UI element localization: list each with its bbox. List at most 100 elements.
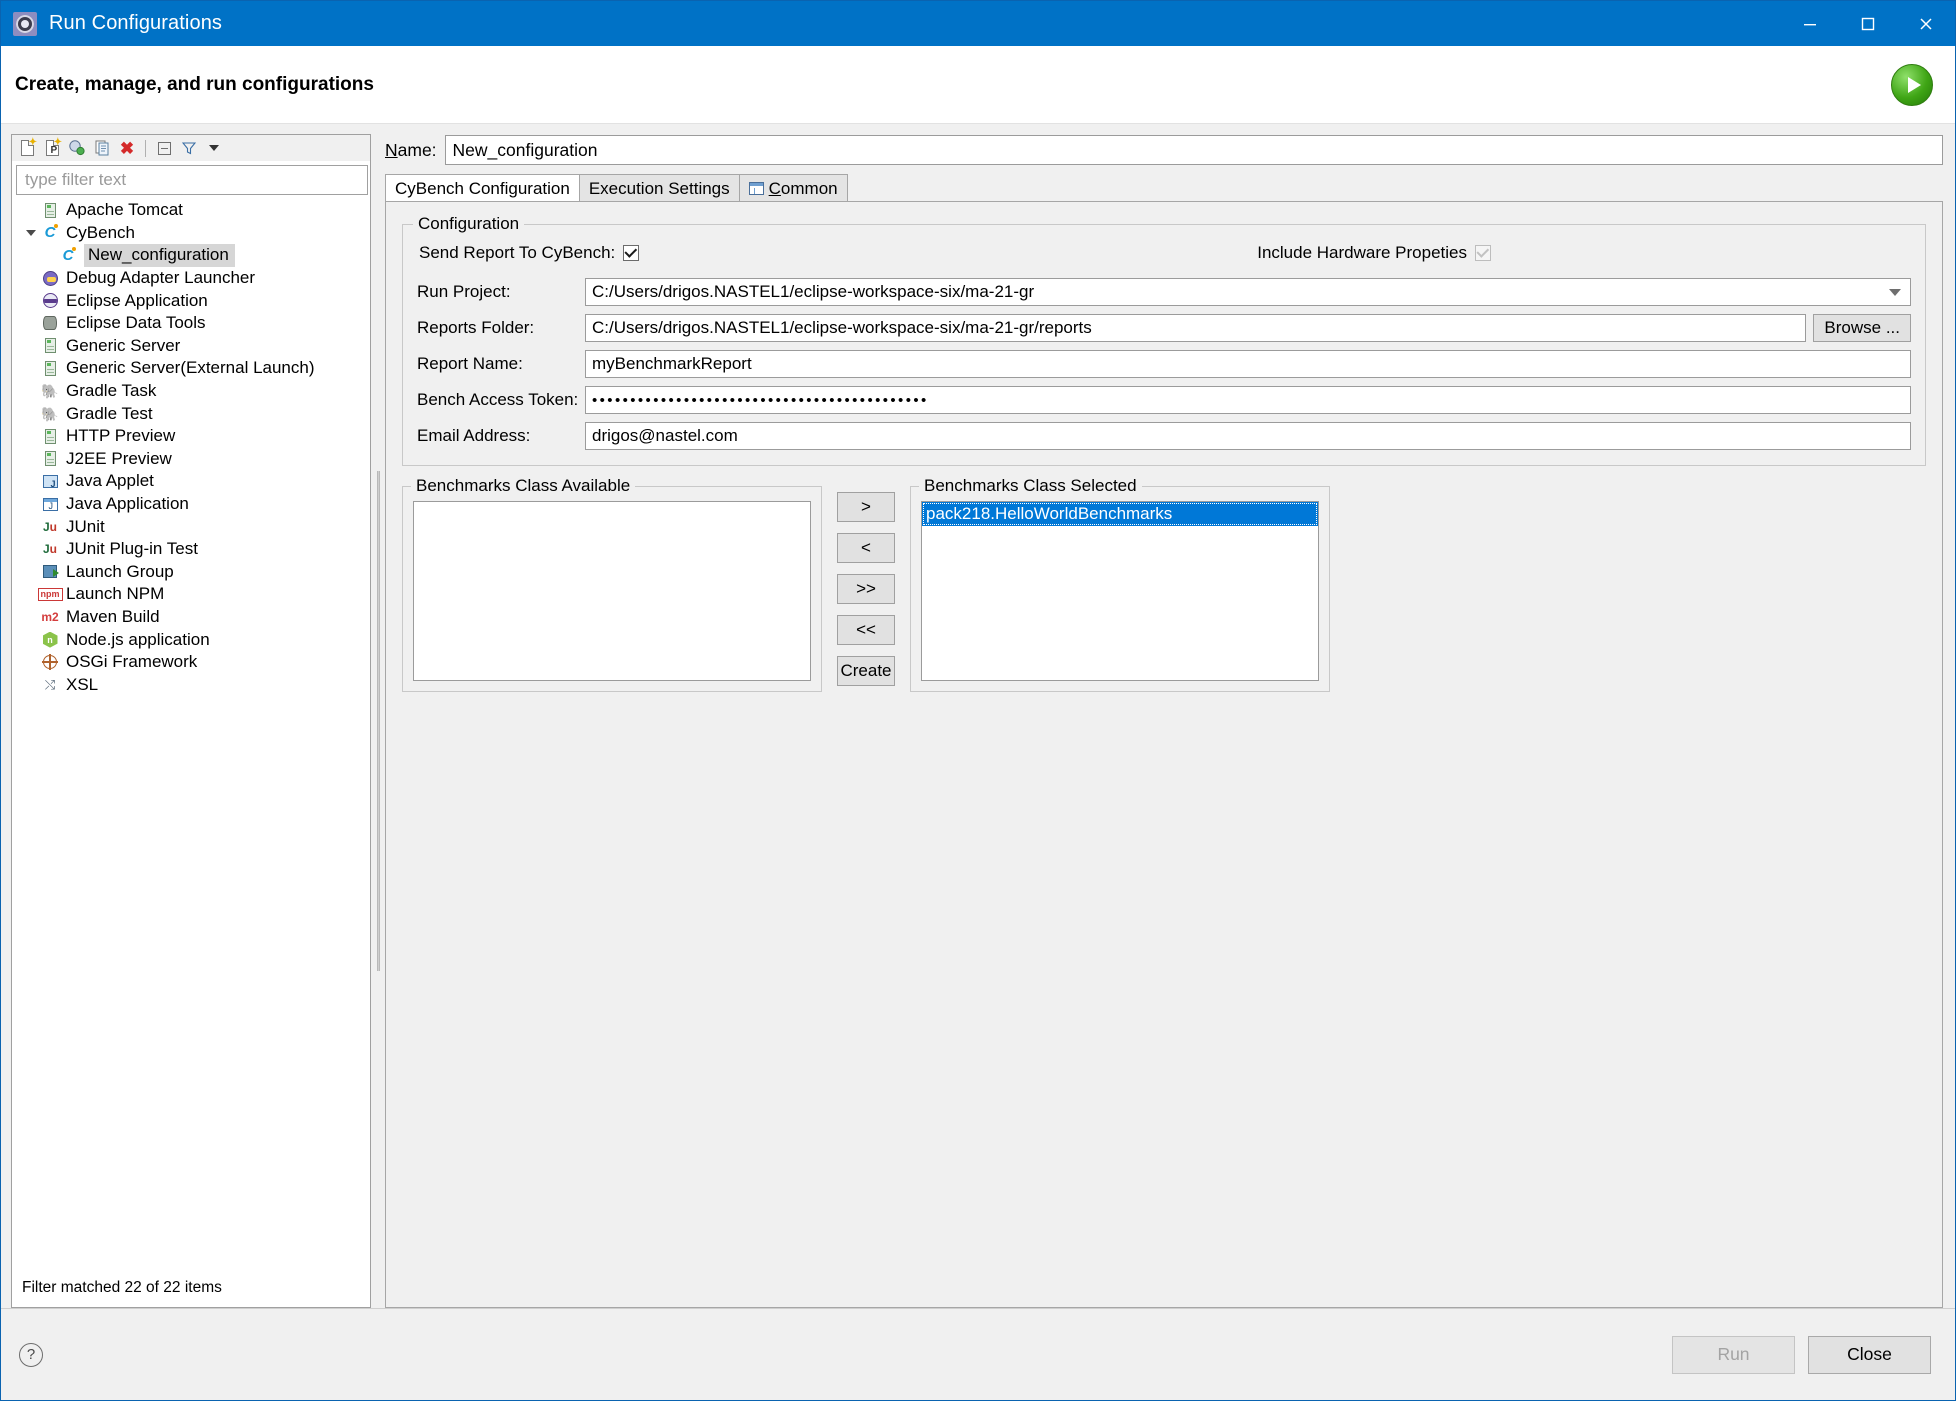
- email-address-input[interactable]: drigos@nastel.com: [585, 422, 1911, 450]
- tree-item-label: Apache Tomcat: [66, 200, 183, 220]
- name-value: New_configuration: [452, 139, 598, 160]
- close-button-footer[interactable]: Close: [1808, 1335, 1931, 1374]
- browse-button[interactable]: Browse ...: [1813, 314, 1911, 342]
- name-input[interactable]: New_configuration: [444, 135, 1943, 165]
- window-title: Run Configurations: [49, 12, 223, 34]
- bench-access-token-value: ••••••••••••••••••••••••••••••••••••••••…: [592, 391, 929, 409]
- cybench-icon: C: [62, 246, 77, 264]
- create-button[interactable]: Create: [837, 656, 895, 686]
- include-hardware-checkbox[interactable]: [1475, 245, 1491, 261]
- tree-item-label: Gradle Task: [66, 381, 157, 401]
- tab-strip: CyBench Configuration Execution Settings…: [385, 174, 1943, 202]
- benchmarks-area: Benchmarks Class Available > < >> << Cre…: [402, 476, 1926, 692]
- tree-item-label: Java Applet: [66, 471, 154, 491]
- filter-icon[interactable]: [178, 138, 200, 159]
- run-button[interactable]: Run: [1672, 1335, 1795, 1374]
- gradle-elephant-icon: 🐘: [41, 405, 59, 422]
- tree-item-cybench[interactable]: C CyBench: [12, 222, 370, 245]
- tree-item-launch-npm[interactable]: npm Launch NPM: [12, 583, 370, 606]
- debug-adapter-icon: [40, 269, 60, 287]
- tree-item-http-preview[interactable]: HTTP Preview: [12, 425, 370, 448]
- tree-item-generic-server[interactable]: Generic Server: [12, 335, 370, 358]
- close-button[interactable]: [1897, 1, 1955, 46]
- benchmarks-selected-title: Benchmarks Class Selected: [919, 476, 1142, 496]
- tree-item-junit[interactable]: Ju JUnit: [12, 515, 370, 538]
- tree-item-gradle-task[interactable]: 🐘 Gradle Task: [12, 380, 370, 403]
- field-report-name: Report Name: myBenchmarkReport: [417, 349, 1911, 379]
- tree-item-maven-build[interactable]: m2 Maven Build: [12, 606, 370, 629]
- run-project-combo[interactable]: C:/Users/drigos.NASTEL1/eclipse-workspac…: [585, 278, 1911, 306]
- move-all-left-button[interactable]: <<: [837, 615, 895, 645]
- benchmarks-available-list[interactable]: [413, 501, 811, 681]
- new-configuration-icon[interactable]: ✦: [16, 137, 38, 159]
- tree-item-java-applet[interactable]: Java Applet: [12, 470, 370, 493]
- field-bench-access-token: Bench Access Token: ••••••••••••••••••••…: [417, 385, 1911, 415]
- help-question-icon[interactable]: ?: [19, 1342, 43, 1367]
- tab-label: Execution Settings: [588, 178, 730, 198]
- tree-item-debug-adapter-launcher[interactable]: Debug Adapter Launcher: [12, 267, 370, 290]
- junit-plugin-icon: Ju: [42, 542, 58, 557]
- minimize-button[interactable]: [1781, 1, 1839, 46]
- field-reports-folder: Reports Folder: C:/Users/drigos.NASTEL1/…: [417, 313, 1911, 343]
- title-bar: Run Configurations: [1, 1, 1955, 46]
- new-prototype-icon[interactable]: P ✦: [41, 137, 63, 159]
- delete-icon[interactable]: ✖: [116, 138, 138, 159]
- tree-item-junit-plug-in-test[interactable]: Ju JUnit Plug-in Test: [12, 538, 370, 561]
- bench-access-token-input[interactable]: ••••••••••••••••••••••••••••••••••••••••…: [585, 386, 1911, 414]
- list-item[interactable]: pack218.HelloWorldBenchmarks: [922, 502, 1318, 526]
- tree-item-new-configuration[interactable]: C New_configuration: [12, 243, 370, 267]
- tree-item-label: Node.js application: [66, 629, 210, 649]
- maximize-button[interactable]: [1839, 1, 1897, 46]
- reports-folder-input[interactable]: C:/Users/drigos.NASTEL1/eclipse-workspac…: [585, 314, 1807, 342]
- tree-item-label: Debug Adapter Launcher: [66, 268, 256, 288]
- move-all-right-button[interactable]: >>: [837, 574, 895, 604]
- tab-execution-settings[interactable]: Execution Settings: [578, 174, 740, 202]
- move-right-button[interactable]: >: [837, 492, 895, 522]
- server-icon: [40, 359, 60, 377]
- configurations-tree[interactable]: Apache Tomcat C CyBench C New_configuration D…: [12, 195, 370, 1279]
- tree-item-osgi-framework[interactable]: OSGi Framework: [12, 651, 370, 674]
- tab-common[interactable]: Common: [738, 174, 848, 202]
- tree-item-label: JUnit Plug-in Test: [66, 539, 198, 559]
- report-name-input[interactable]: myBenchmarkReport: [585, 350, 1911, 378]
- tree-item-launch-group[interactable]: Launch Group: [12, 561, 370, 584]
- name-row: Name: New_configuration: [385, 134, 1943, 166]
- tree-item-label: Eclipse Application: [66, 290, 208, 310]
- twisty-expanded-icon[interactable]: [22, 224, 40, 242]
- configurations-panel: ✦ P ✦ ✖ type filter text Apache Tomcat C…: [11, 134, 371, 1308]
- toolbar-separator: [145, 139, 146, 157]
- duplicate-icon[interactable]: [91, 138, 113, 159]
- tree-item-apache-tomcat[interactable]: Apache Tomcat: [12, 199, 370, 222]
- view-menu-icon[interactable]: [203, 138, 225, 159]
- export-icon[interactable]: [66, 138, 88, 159]
- tree-item-label: Launch NPM: [66, 584, 165, 604]
- send-report-checkbox[interactable]: [623, 245, 640, 261]
- maven-icon: m2: [41, 609, 59, 624]
- tab-label: Common: [768, 178, 838, 198]
- tree-item-xsl[interactable]: ⤭ XSL: [12, 673, 370, 696]
- tree-item-j2ee-preview[interactable]: J2EE Preview: [12, 448, 370, 471]
- tree-item-label: CyBench: [66, 222, 135, 242]
- include-hardware-label: Include Hardware Propeties: [1257, 243, 1467, 262]
- filter-input[interactable]: type filter text: [16, 165, 368, 195]
- tree-item-java-application[interactable]: Java Application: [12, 493, 370, 516]
- tree-item-gradle-test[interactable]: 🐘 Gradle Test: [12, 402, 370, 425]
- server-icon: [40, 201, 60, 219]
- server-icon: [40, 427, 60, 445]
- tree-item-label: Eclipse Data Tools: [66, 313, 206, 333]
- cybench-icon: C: [44, 224, 59, 242]
- run-configurations-dialog: Run Configurations Create, manage, and r…: [0, 0, 1956, 1401]
- tree-item-generic-server-external-launch[interactable]: Generic Server(External Launch): [12, 357, 370, 380]
- dialog-body: ✦ P ✦ ✖ type filter text Apache Tomcat C…: [1, 124, 1955, 1308]
- common-tab-icon: [748, 182, 764, 195]
- dialog-footer: ? Run Close: [1, 1308, 1955, 1400]
- benchmarks-selected-list[interactable]: pack218.HelloWorldBenchmarks: [921, 501, 1319, 681]
- tree-item-eclipse-application[interactable]: Eclipse Application: [12, 289, 370, 312]
- collapse-all-icon[interactable]: [153, 138, 175, 159]
- panel-sash[interactable]: [371, 134, 385, 1308]
- tree-item-node-js-application[interactable]: n Node.js application: [12, 628, 370, 651]
- tree-item-eclipse-data-tools[interactable]: Eclipse Data Tools: [12, 312, 370, 335]
- move-left-button[interactable]: <: [837, 533, 895, 563]
- tab-cybench-configuration[interactable]: CyBench Configuration: [385, 174, 580, 202]
- run-green-play-icon[interactable]: [1891, 63, 1933, 106]
